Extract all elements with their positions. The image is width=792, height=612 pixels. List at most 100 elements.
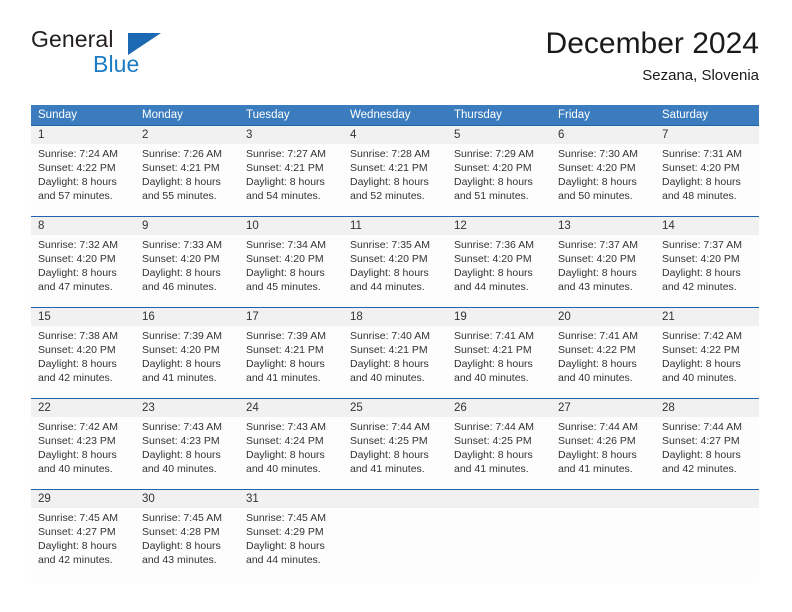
weekday-header-wednesday: Wednesday bbox=[350, 109, 411, 121]
day-number[interactable]: 30 bbox=[135, 490, 239, 508]
day-number[interactable]: 2 bbox=[135, 126, 239, 144]
day-cell[interactable]: Sunrise: 7:29 AM Sunset: 4:20 PM Dayligh… bbox=[447, 144, 551, 216]
day-number[interactable]: 14 bbox=[655, 217, 759, 235]
daylight-text: Daylight: 8 hours bbox=[38, 540, 117, 552]
day-cell[interactable]: Sunrise: 7:43 AM Sunset: 4:23 PM Dayligh… bbox=[135, 417, 239, 489]
day-cell[interactable]: Sunrise: 7:44 AM Sunset: 4:27 PM Dayligh… bbox=[655, 417, 759, 489]
weekday-header-thursday: Thursday bbox=[454, 109, 502, 121]
day-number[interactable]: 18 bbox=[343, 308, 447, 326]
daylight-text: Daylight: 8 hours bbox=[558, 267, 637, 279]
daylight-text-cont: and 44 minutes. bbox=[350, 281, 425, 293]
day-number[interactable]: 26 bbox=[447, 399, 551, 417]
sunrise-text: Sunrise: 7:33 AM bbox=[142, 239, 222, 251]
daylight-text-cont: and 52 minutes. bbox=[350, 190, 425, 202]
day-number[interactable]: 29 bbox=[31, 490, 135, 508]
sunset-text: Sunset: 4:21 PM bbox=[246, 344, 324, 356]
day-cell[interactable]: Sunrise: 7:32 AM Sunset: 4:20 PM Dayligh… bbox=[31, 235, 135, 307]
daylight-text-cont: and 43 minutes. bbox=[142, 554, 217, 566]
daylight-text-cont: and 42 minutes. bbox=[662, 463, 737, 475]
day-cell[interactable]: Sunrise: 7:26 AM Sunset: 4:21 PM Dayligh… bbox=[135, 144, 239, 216]
day-number[interactable]: 17 bbox=[239, 308, 343, 326]
daylight-text: Daylight: 8 hours bbox=[246, 267, 325, 279]
daylight-text-cont: and 45 minutes. bbox=[246, 281, 321, 293]
day-cell[interactable]: Sunrise: 7:34 AM Sunset: 4:20 PM Dayligh… bbox=[239, 235, 343, 307]
day-number[interactable]: 31 bbox=[239, 490, 343, 508]
daylight-text: Daylight: 8 hours bbox=[142, 176, 221, 188]
day-number[interactable]: 25 bbox=[343, 399, 447, 417]
day-cell[interactable]: Sunrise: 7:36 AM Sunset: 4:20 PM Dayligh… bbox=[447, 235, 551, 307]
day-number[interactable]: 4 bbox=[343, 126, 447, 144]
day-cell[interactable]: Sunrise: 7:35 AM Sunset: 4:20 PM Dayligh… bbox=[343, 235, 447, 307]
generalblue-logo[interactable]: General Blue bbox=[31, 26, 261, 88]
day-cell[interactable]: Sunrise: 7:24 AM Sunset: 4:22 PM Dayligh… bbox=[31, 144, 135, 216]
day-cell[interactable]: Sunrise: 7:39 AM Sunset: 4:20 PM Dayligh… bbox=[135, 326, 239, 398]
daylight-text: Daylight: 8 hours bbox=[142, 540, 221, 552]
sunset-text: Sunset: 4:22 PM bbox=[38, 162, 116, 174]
day-number[interactable]: 20 bbox=[551, 308, 655, 326]
day-number[interactable]: 11 bbox=[343, 217, 447, 235]
day-number[interactable]: 28 bbox=[655, 399, 759, 417]
day-cell[interactable]: Sunrise: 7:45 AM Sunset: 4:29 PM Dayligh… bbox=[239, 508, 343, 583]
day-number[interactable]: 24 bbox=[239, 399, 343, 417]
daylight-text-cont: and 44 minutes. bbox=[246, 554, 321, 566]
day-cell[interactable]: Sunrise: 7:33 AM Sunset: 4:20 PM Dayligh… bbox=[135, 235, 239, 307]
sunrise-text: Sunrise: 7:30 AM bbox=[558, 148, 638, 160]
daylight-text: Daylight: 8 hours bbox=[662, 176, 741, 188]
day-cell[interactable]: Sunrise: 7:42 AM Sunset: 4:22 PM Dayligh… bbox=[655, 326, 759, 398]
day-cell[interactable]: Sunrise: 7:37 AM Sunset: 4:20 PM Dayligh… bbox=[551, 235, 655, 307]
weekday-header-monday: Monday bbox=[142, 109, 183, 121]
sunset-text: Sunset: 4:29 PM bbox=[246, 526, 324, 538]
sunset-text: Sunset: 4:21 PM bbox=[246, 162, 324, 174]
sunset-text: Sunset: 4:25 PM bbox=[454, 435, 532, 447]
day-number[interactable]: 7 bbox=[655, 126, 759, 144]
day-number[interactable]: 8 bbox=[31, 217, 135, 235]
day-cell[interactable]: Sunrise: 7:44 AM Sunset: 4:25 PM Dayligh… bbox=[447, 417, 551, 489]
daylight-text-cont: and 40 minutes. bbox=[662, 372, 737, 384]
day-cell[interactable]: Sunrise: 7:41 AM Sunset: 4:21 PM Dayligh… bbox=[447, 326, 551, 398]
day-number[interactable]: 21 bbox=[655, 308, 759, 326]
day-number[interactable]: 3 bbox=[239, 126, 343, 144]
day-number[interactable]: 10 bbox=[239, 217, 343, 235]
daylight-text: Daylight: 8 hours bbox=[558, 358, 637, 370]
day-cell[interactable]: Sunrise: 7:30 AM Sunset: 4:20 PM Dayligh… bbox=[551, 144, 655, 216]
day-cell[interactable]: Sunrise: 7:45 AM Sunset: 4:28 PM Dayligh… bbox=[135, 508, 239, 583]
day-cell[interactable]: Sunrise: 7:44 AM Sunset: 4:26 PM Dayligh… bbox=[551, 417, 655, 489]
daylight-text-cont: and 40 minutes. bbox=[246, 463, 321, 475]
sunrise-text: Sunrise: 7:44 AM bbox=[662, 421, 742, 433]
day-cell[interactable]: Sunrise: 7:45 AM Sunset: 4:27 PM Dayligh… bbox=[31, 508, 135, 583]
day-number[interactable]: 27 bbox=[551, 399, 655, 417]
sunset-text: Sunset: 4:21 PM bbox=[142, 162, 220, 174]
day-cell[interactable]: Sunrise: 7:40 AM Sunset: 4:21 PM Dayligh… bbox=[343, 326, 447, 398]
day-number[interactable]: 19 bbox=[447, 308, 551, 326]
day-cell[interactable]: Sunrise: 7:31 AM Sunset: 4:20 PM Dayligh… bbox=[655, 144, 759, 216]
day-number[interactable]: 12 bbox=[447, 217, 551, 235]
day-number[interactable]: 5 bbox=[447, 126, 551, 144]
day-cell[interactable]: Sunrise: 7:44 AM Sunset: 4:25 PM Dayligh… bbox=[343, 417, 447, 489]
sunrise-text: Sunrise: 7:37 AM bbox=[558, 239, 638, 251]
day-cell[interactable]: Sunrise: 7:41 AM Sunset: 4:22 PM Dayligh… bbox=[551, 326, 655, 398]
day-number[interactable]: 6 bbox=[551, 126, 655, 144]
daylight-text-cont: and 40 minutes. bbox=[558, 372, 633, 384]
calendar-page: General Blue December 2024 Sezana, Slove… bbox=[0, 0, 792, 612]
day-cell[interactable]: Sunrise: 7:42 AM Sunset: 4:23 PM Dayligh… bbox=[31, 417, 135, 489]
day-cell[interactable]: Sunrise: 7:37 AM Sunset: 4:20 PM Dayligh… bbox=[655, 235, 759, 307]
day-number[interactable]: 22 bbox=[31, 399, 135, 417]
daylight-text: Daylight: 8 hours bbox=[558, 449, 637, 461]
sunrise-text: Sunrise: 7:42 AM bbox=[38, 421, 118, 433]
day-number[interactable]: 15 bbox=[31, 308, 135, 326]
day-number[interactable]: 23 bbox=[135, 399, 239, 417]
day-cell[interactable]: Sunrise: 7:28 AM Sunset: 4:21 PM Dayligh… bbox=[343, 144, 447, 216]
day-cell[interactable]: Sunrise: 7:39 AM Sunset: 4:21 PM Dayligh… bbox=[239, 326, 343, 398]
day-cell-empty bbox=[343, 508, 447, 583]
day-cell[interactable]: Sunrise: 7:43 AM Sunset: 4:24 PM Dayligh… bbox=[239, 417, 343, 489]
sunrise-text: Sunrise: 7:41 AM bbox=[558, 330, 638, 342]
day-number[interactable]: 1 bbox=[31, 126, 135, 144]
day-cell[interactable]: Sunrise: 7:38 AM Sunset: 4:20 PM Dayligh… bbox=[31, 326, 135, 398]
day-number[interactable]: 16 bbox=[135, 308, 239, 326]
day-number[interactable]: 13 bbox=[551, 217, 655, 235]
weekday-header-saturday: Saturday bbox=[662, 109, 709, 121]
daylight-text-cont: and 41 minutes. bbox=[246, 372, 321, 384]
week-daynumber-band: 1 2 3 4 5 6 7 bbox=[31, 125, 759, 144]
day-number[interactable]: 9 bbox=[135, 217, 239, 235]
day-cell[interactable]: Sunrise: 7:27 AM Sunset: 4:21 PM Dayligh… bbox=[239, 144, 343, 216]
